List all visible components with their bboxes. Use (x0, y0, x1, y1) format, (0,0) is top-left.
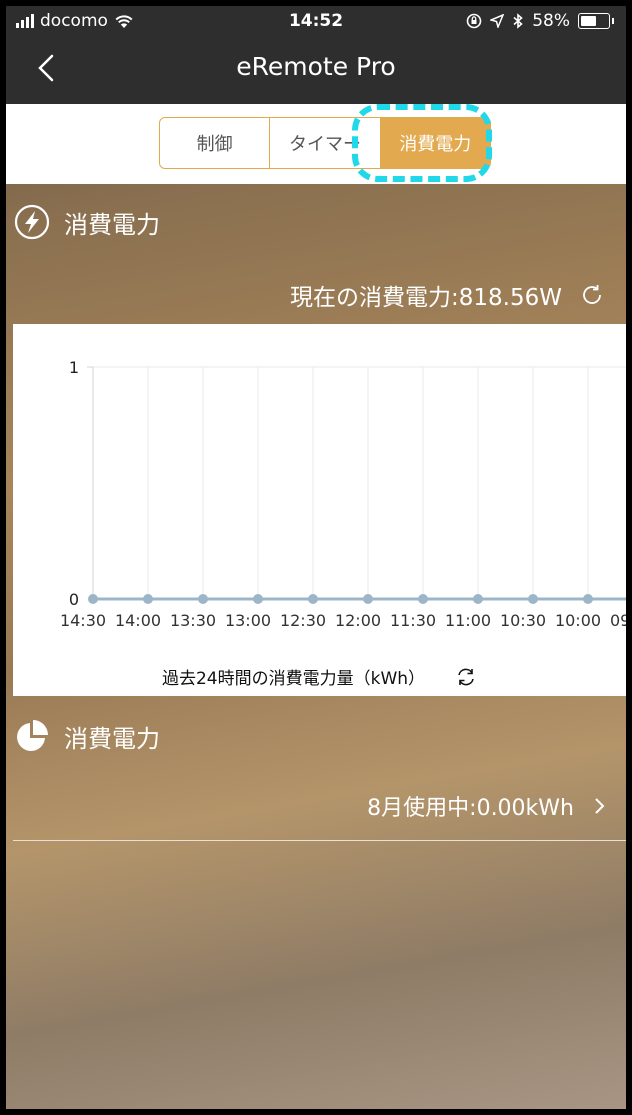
status-icons: 58% (466, 11, 614, 31)
battery-percent: 58% (532, 11, 570, 31)
page-title: eRemote Pro (236, 52, 396, 81)
chart-caption-row: 過去24時間の消費電力量（kWh） (13, 664, 626, 689)
x-tick-label: 13:30 (170, 611, 216, 630)
highlight-annotation (352, 104, 492, 182)
chart-caption: 過去24時間の消費電力量（kWh） (161, 669, 426, 689)
x-tick-label: 10:30 (500, 611, 546, 630)
x-tick-label: 10:00 (555, 611, 601, 630)
tab-control[interactable]: 制御 (160, 118, 271, 168)
x-tick-label: 11:00 (445, 611, 491, 630)
data-point (253, 594, 263, 604)
monthly-usage-row[interactable]: 8月使用中:0.00kWh (367, 790, 606, 822)
data-point (418, 594, 428, 604)
y-tick-label: 1 (69, 358, 79, 377)
data-point (308, 594, 318, 604)
monthly-usage-label: 8月使用中:0.00kWh (367, 796, 574, 821)
location-icon (490, 14, 505, 28)
x-tick-label: 13:00 (225, 611, 271, 630)
x-tick-label: 14:00 (115, 611, 161, 630)
data-point (88, 594, 98, 604)
current-power: 現在の消費電力:818.56W (290, 278, 604, 312)
power-section-title: 消費電力 (64, 210, 160, 239)
rotation-lock-icon (466, 13, 482, 29)
refresh-icon[interactable] (580, 283, 604, 307)
battery-icon (578, 13, 610, 29)
monthly-section-header: 消費電力 (14, 718, 160, 754)
current-power-label: 現在の消費電力:818.56W (290, 285, 562, 311)
top-bar: docomo 14:52 58% eRemote Pro (6, 6, 626, 104)
divider (13, 840, 626, 841)
chevron-right-icon (595, 798, 605, 814)
power-chart-card: 1 0 14:30 14:00 13:30 13:00 12:30 12:00 11:30 11:… (13, 324, 626, 696)
data-point (473, 594, 483, 604)
data-point (528, 594, 538, 604)
app-screen: docomo 14:52 58% eRemote Pro 制御 タイマー 消費電… (6, 6, 626, 1109)
power-chart: 1 0 14:30 14:00 13:30 13:00 12:30 12:00 11:30 11:… (60, 358, 626, 630)
x-tick-label: 11:30 (390, 611, 436, 630)
data-point (363, 594, 373, 604)
chart-refresh-icon[interactable] (455, 666, 477, 688)
x-tick-label: 12:00 (335, 611, 381, 630)
x-tick-label: 12:30 (280, 611, 326, 630)
bluetooth-icon (513, 13, 523, 29)
y-tick-label: 0 (69, 590, 79, 609)
data-point (198, 594, 208, 604)
pie-chart-icon (17, 720, 48, 751)
lightning-icon (14, 204, 50, 240)
tab-bar: 制御 タイマー 消費電力 (6, 104, 626, 184)
battery-tip (612, 18, 614, 24)
monthly-section-title: 消費電力 (64, 724, 160, 753)
status-bar: docomo 14:52 58% (6, 6, 626, 38)
x-tick-label: 14:30 (60, 611, 106, 630)
power-section-header: 消費電力 (14, 204, 160, 240)
data-point (143, 594, 153, 604)
x-tick-label: 09:30 (610, 611, 626, 630)
data-point (583, 594, 593, 604)
